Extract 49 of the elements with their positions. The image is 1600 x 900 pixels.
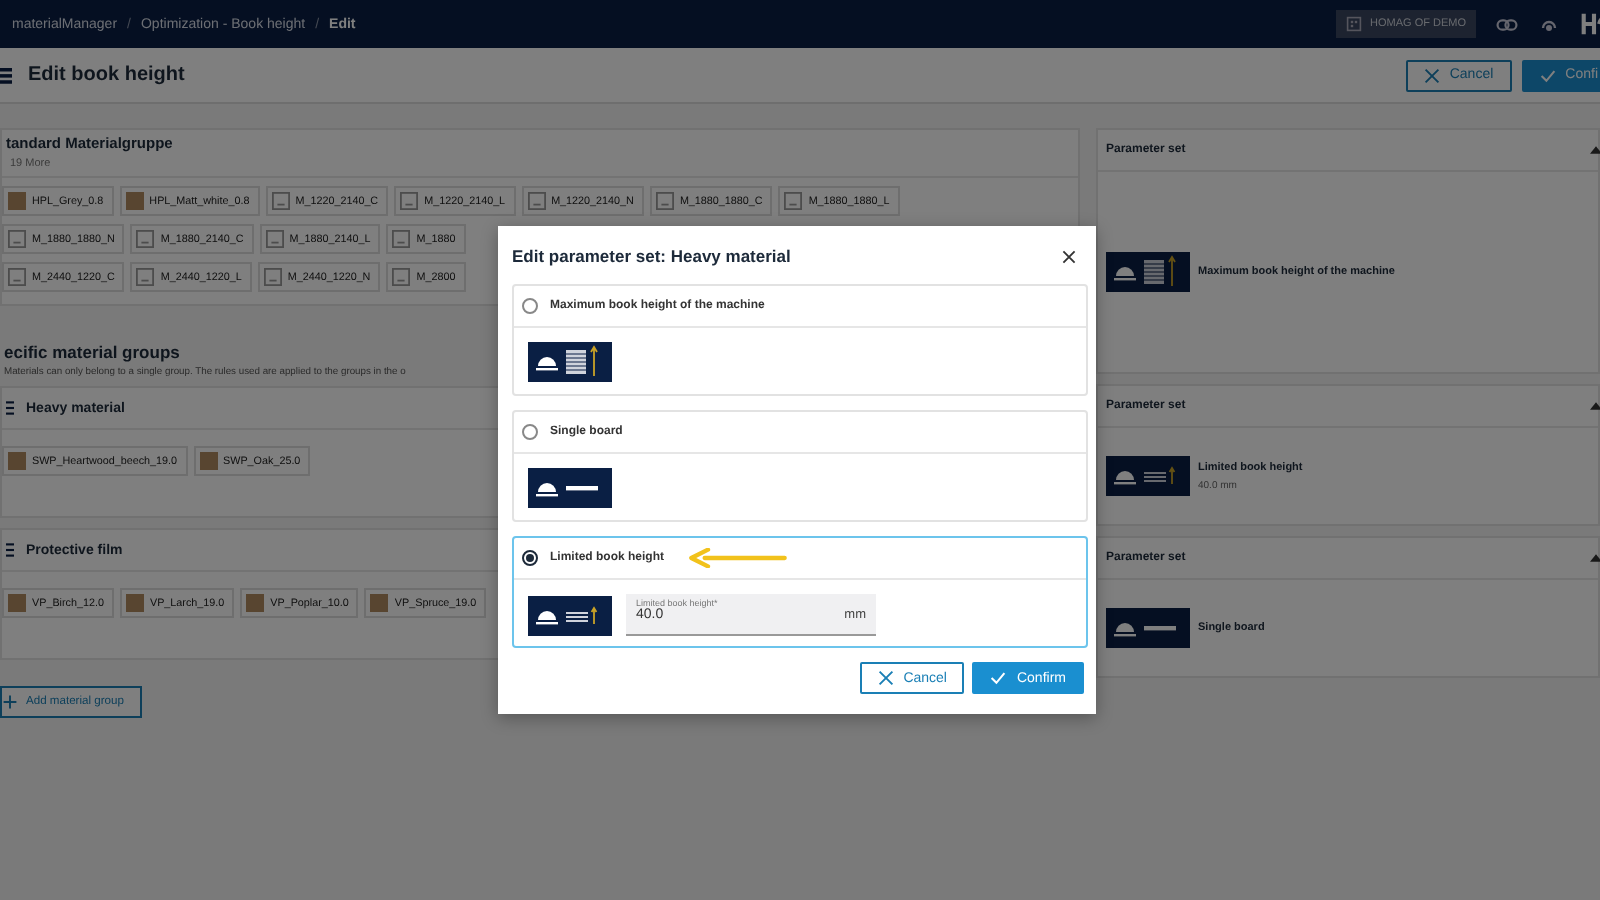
image-placeholder-icon <box>265 230 284 248</box>
saw-pictogram-icon <box>1106 456 1190 496</box>
close-icon[interactable] <box>1062 249 1076 263</box>
chevron-up-icon[interactable] <box>1590 402 1600 410</box>
radio-button[interactable] <box>522 550 538 566</box>
close-icon <box>1423 67 1440 83</box>
saw-pictogram-icon <box>528 342 612 382</box>
saw-pictogram-icon <box>528 468 612 508</box>
image-placeholder-icon <box>527 192 546 210</box>
material-thumbnail <box>246 594 265 612</box>
check-icon <box>1539 67 1556 83</box>
image-placeholder-icon <box>784 192 803 210</box>
drag-handle-icon[interactable] <box>6 542 14 558</box>
plus-icon <box>2 694 18 710</box>
material-thumbnail <box>125 192 144 210</box>
image-placeholder-icon <box>136 268 155 286</box>
material-thumbnail <box>8 594 26 612</box>
check-icon <box>990 670 1007 686</box>
material-thumbnail <box>8 192 26 210</box>
material-thumbnail <box>125 594 144 612</box>
image-placeholder-icon <box>136 230 155 248</box>
image-placeholder-icon <box>271 192 290 210</box>
link-icon[interactable] <box>1496 15 1518 33</box>
material-thumbnail <box>370 594 389 612</box>
saw-pictogram-icon <box>1106 252 1190 292</box>
chevron-up-icon[interactable] <box>1590 554 1600 562</box>
chevron-up-icon[interactable] <box>1590 146 1600 154</box>
image-placeholder-icon <box>263 268 282 286</box>
dialog-title: Edit parameter set: Heavy material <box>512 246 791 266</box>
section-title: ecific material groups <box>4 342 182 362</box>
radio-button[interactable] <box>522 424 538 440</box>
page-title: Edit book height <box>28 64 185 86</box>
image-placeholder-icon <box>392 268 411 286</box>
drag-handle-icon[interactable] <box>6 400 14 416</box>
close-icon <box>877 670 894 686</box>
image-placeholder-icon <box>655 192 674 210</box>
radio-button[interactable] <box>522 298 538 314</box>
saw-pictogram-icon <box>528 595 612 635</box>
material-thumbnail <box>199 452 218 470</box>
building-icon <box>1346 16 1363 32</box>
image-placeholder-icon <box>8 268 26 286</box>
image-placeholder-icon <box>8 230 26 248</box>
image-placeholder-icon <box>392 230 411 248</box>
menu-icon[interactable] <box>0 66 12 84</box>
saw-pictogram-icon <box>1106 608 1190 648</box>
material-thumbnail <box>8 452 26 470</box>
image-placeholder-icon <box>400 192 419 210</box>
support-icon[interactable] <box>1538 15 1560 33</box>
logo-icon <box>1580 12 1600 36</box>
